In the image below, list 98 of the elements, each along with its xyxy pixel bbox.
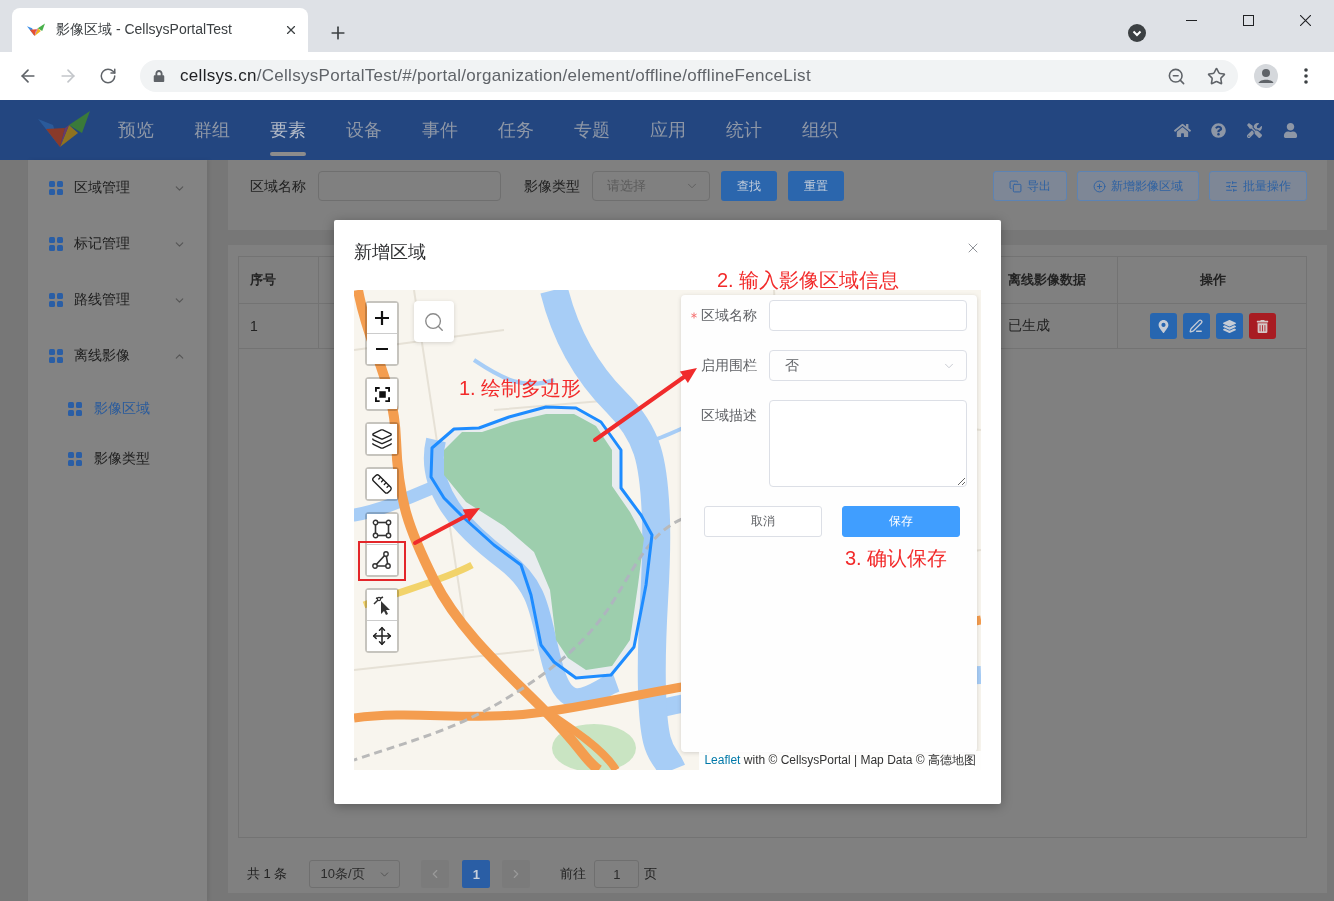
nav-tab[interactable]: 统计 (726, 100, 762, 160)
nav-tab[interactable]: 预览 (118, 100, 154, 160)
nav-tab[interactable]: 事件 (422, 100, 458, 160)
logo-icon (38, 111, 90, 149)
address-bar[interactable]: cellsys.cn/CellsysPortalTest/#/portal/organization/element/offline/offlineFenceList (140, 60, 1238, 92)
fullscreen-button[interactable] (367, 379, 397, 409)
page-unit-label: 页 (644, 865, 658, 883)
field-label: 启用围栏 (701, 356, 757, 375)
table-cell: 1 (239, 304, 319, 348)
trash-icon (1255, 319, 1269, 333)
star-icon (1206, 66, 1226, 86)
nav-tab[interactable]: 应用 (650, 100, 686, 160)
nav-tab[interactable]: 要素 (270, 100, 306, 160)
plus-circle-icon (1093, 179, 1106, 193)
grid-icon (68, 452, 82, 466)
edit-button[interactable] (1182, 313, 1210, 339)
pen-icon (1189, 319, 1203, 333)
search-icon (423, 310, 445, 333)
kebab-icon (1304, 68, 1308, 84)
grid-icon (49, 237, 63, 251)
home-icon (1173, 121, 1191, 139)
grid-icon (49, 293, 63, 307)
dialog-title: 新增区域 (354, 241, 426, 264)
search-button[interactable] (414, 301, 454, 342)
field-label: 区域名称 (250, 177, 306, 196)
help-icon (1210, 122, 1226, 138)
avatar-icon (1254, 64, 1278, 88)
nav-tab[interactable]: 任务 (498, 100, 534, 160)
layers-button[interactable] (367, 424, 397, 454)
field-label: 区域名称 (701, 306, 757, 325)
rectangle-tool-button[interactable] (367, 514, 397, 545)
close-icon (1300, 14, 1311, 26)
sidebar-item[interactable]: 离线影像 (28, 328, 207, 384)
zoom-in-button[interactable] (367, 303, 397, 334)
user-icon (1282, 122, 1298, 138)
page-number-field[interactable]: 1 (594, 860, 640, 888)
rectangle-draw-icon (372, 519, 392, 539)
annotation-text: 3. 确认保存 (845, 546, 948, 570)
grid-icon (68, 402, 82, 416)
tools-icon (1246, 122, 1262, 138)
reset-button[interactable]: 重置 (788, 171, 844, 201)
maximize-icon (1243, 14, 1254, 26)
column-header: 序号 (239, 257, 319, 303)
move-icon (372, 626, 392, 646)
cancel-button[interactable]: 取消 (704, 506, 822, 537)
sidebar-item[interactable]: 路线管理 (28, 272, 207, 328)
ruler-button[interactable] (367, 469, 397, 499)
copy-icon (1009, 179, 1022, 193)
ruler-icon (371, 473, 393, 495)
field-label: 区域描述 (701, 406, 757, 425)
fence-select[interactable]: 否 (769, 350, 967, 381)
layers-icon (1222, 319, 1236, 333)
leaflet-link[interactable]: Leaflet (704, 753, 741, 767)
tab-title: 影像区域 - CellsysPortalTest (56, 21, 233, 39)
grid-icon (49, 349, 63, 363)
chevron-circle-icon (1128, 24, 1146, 42)
nav-tab[interactable]: 专题 (574, 100, 610, 160)
plus-icon (375, 311, 389, 325)
nav-tab[interactable]: 群组 (194, 100, 230, 160)
sliders-icon (1225, 179, 1238, 193)
url-text: cellsys.cn/CellsysPortalTest/#/portal/organization/element/offline/offlineFenceList (180, 66, 811, 86)
goto-label: 前往 (560, 865, 587, 883)
grid-icon (49, 181, 63, 195)
close-icon (284, 23, 298, 37)
tab-search-button[interactable] (1125, 21, 1149, 45)
total-count: 共 1 条 (247, 865, 288, 883)
save-button[interactable]: 保存 (842, 506, 960, 537)
browser-tab[interactable]: 影像区域 - CellsysPortalTest (12, 8, 308, 52)
description-field[interactable] (769, 400, 967, 487)
lock-icon (153, 70, 165, 82)
nav-tab[interactable]: 组织 (802, 100, 838, 160)
zoom-out-icon (1166, 66, 1186, 86)
page-button[interactable]: 1 (462, 860, 491, 888)
sidebar-subitem[interactable]: 影像区域 (28, 384, 207, 434)
page-size-select[interactable]: 10条/页 (309, 860, 401, 888)
delete-button[interactable] (1248, 313, 1276, 339)
annotation-arrow (413, 508, 480, 545)
sidebar-item[interactable]: 区域管理 (28, 160, 207, 216)
favicon-icon (27, 23, 45, 37)
locate-button[interactable] (1149, 313, 1177, 339)
pointer-edit-icon (372, 595, 392, 615)
column-header: 操作 (1198, 271, 1227, 289)
minimize-icon (1186, 19, 1197, 21)
map-attribution: Leaflet with © CellsysPortal | Map Data © 高德地图 (699, 751, 981, 770)
map-pin-icon (1156, 319, 1170, 333)
search-button[interactable]: 查找 (721, 171, 777, 201)
field-label: 影像类型 (524, 177, 580, 196)
nav-tab[interactable]: 设备 (346, 100, 382, 160)
reload-icon (99, 67, 117, 85)
annotation-text: 2. 输入影像区域信息 (717, 268, 900, 292)
minus-icon (376, 348, 388, 350)
sidebar-item[interactable]: 标记管理 (28, 216, 207, 272)
layers-icon (371, 428, 393, 450)
fullscreen-icon (374, 386, 390, 402)
polygon-draw-icon (372, 550, 392, 570)
edit-tool-button[interactable] (367, 590, 397, 621)
annotation-text: 1. 绘制多边形 (459, 376, 582, 400)
sidebar-subitem[interactable]: 影像类型 (28, 434, 207, 484)
